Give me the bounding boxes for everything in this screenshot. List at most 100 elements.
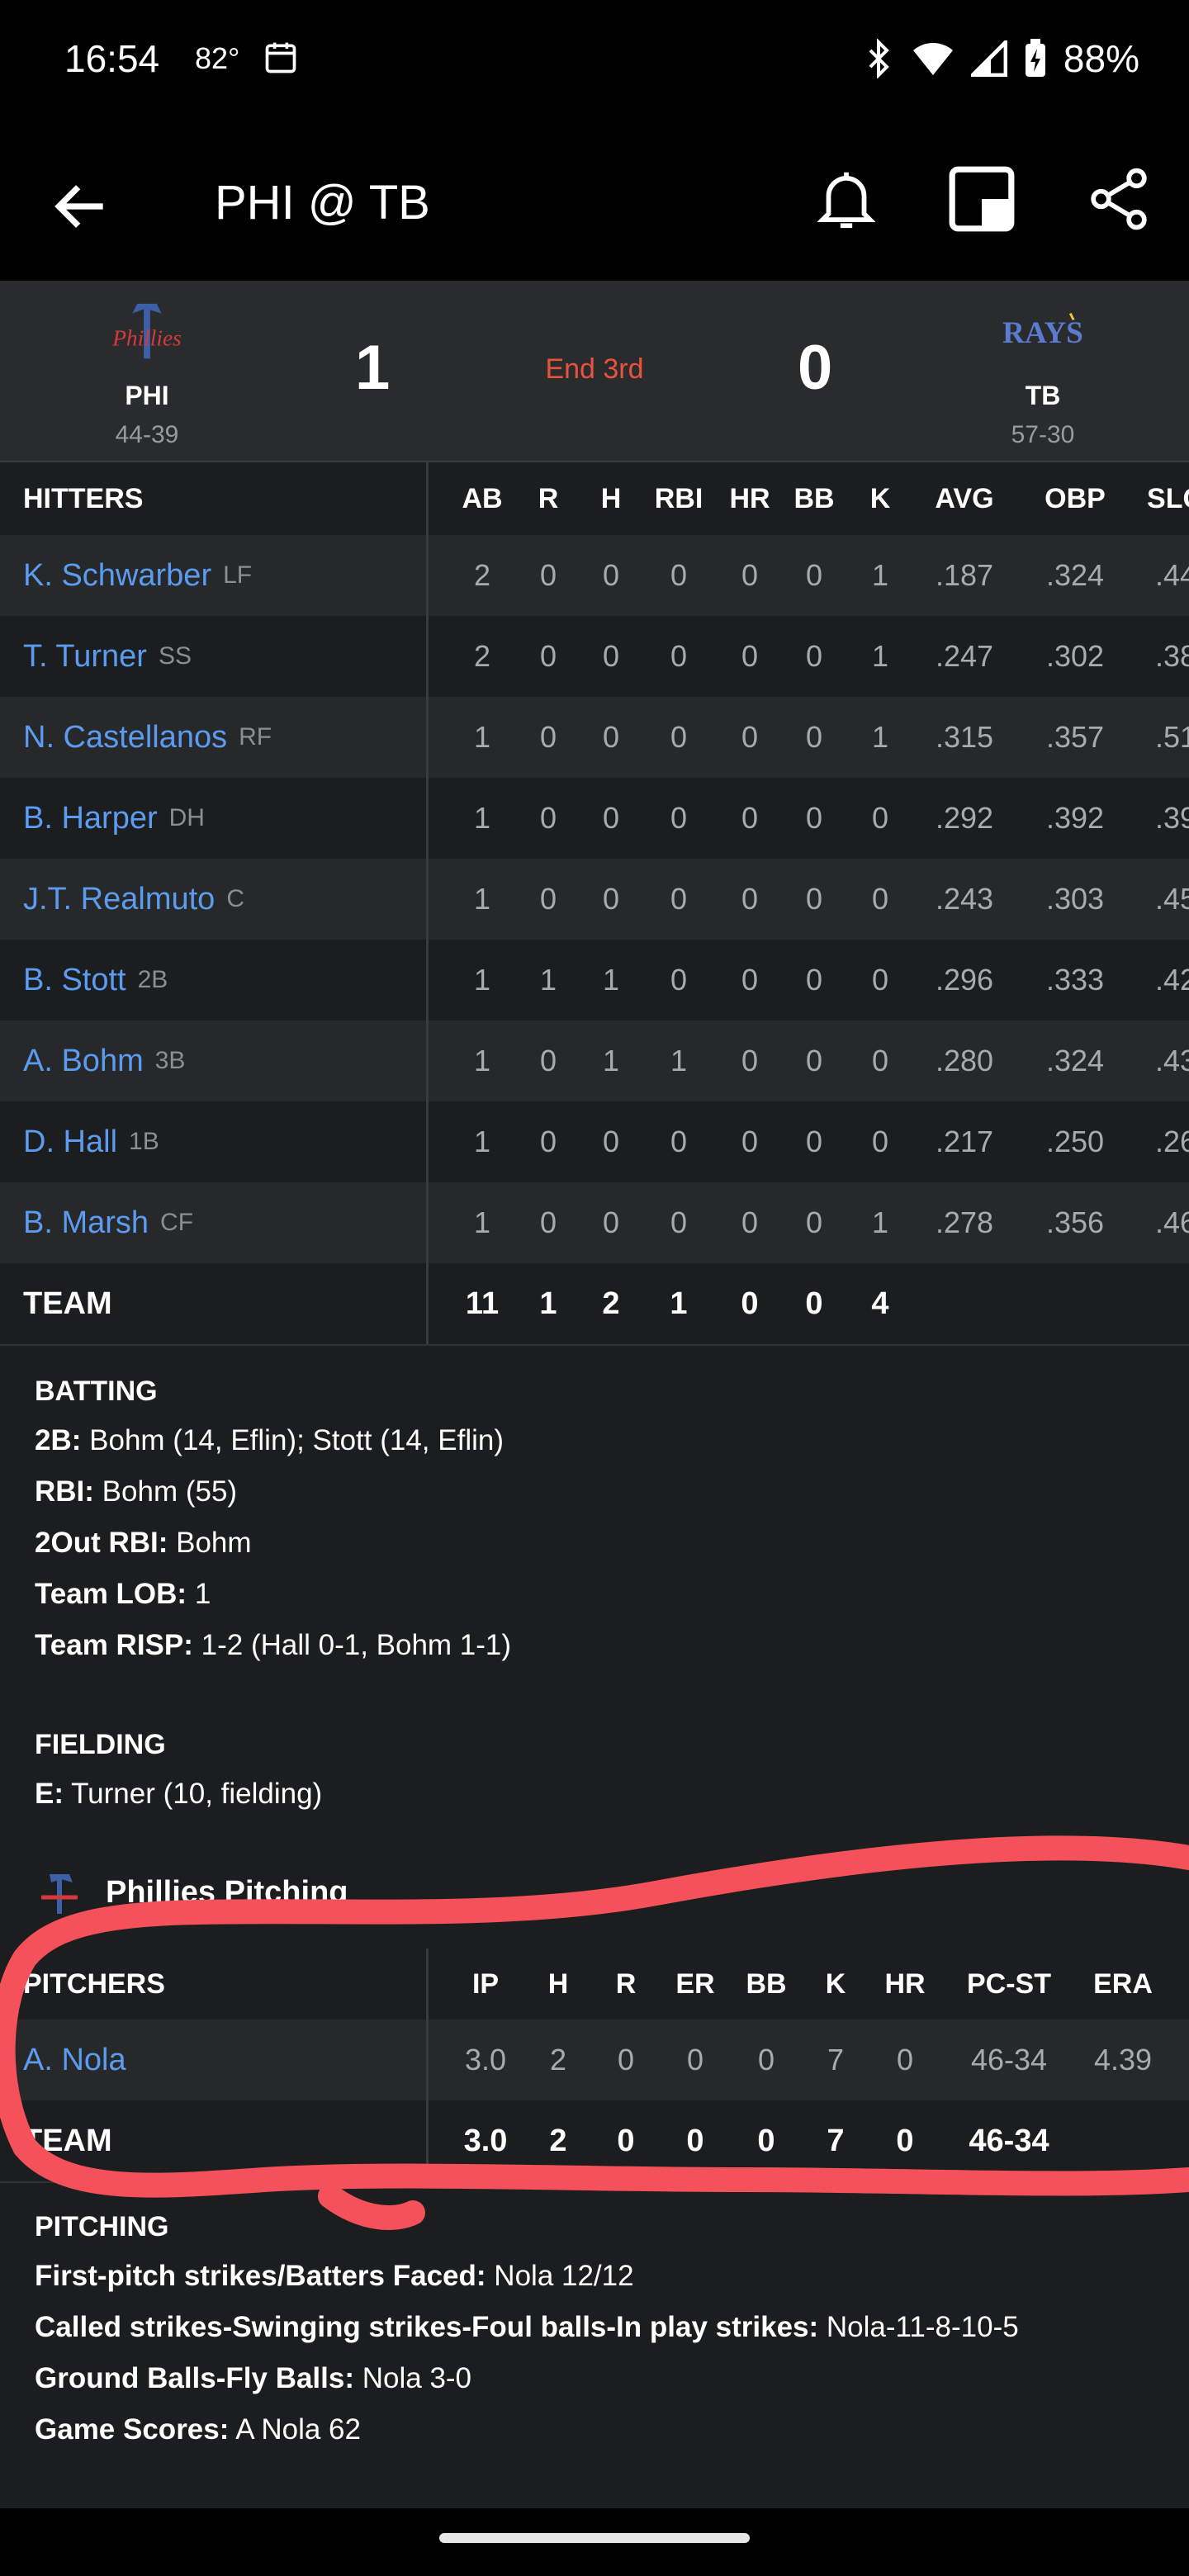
stat-cell: .280 xyxy=(935,1044,994,1077)
player-name-link[interactable]: D. Hall xyxy=(23,1125,117,1160)
stat-cell: 0 xyxy=(539,801,557,835)
stat-cell: 0 xyxy=(741,1044,759,1077)
pitchers-col-header[interactable]: R xyxy=(593,1949,659,2020)
player-name-link[interactable]: N. Castellanos xyxy=(23,720,227,755)
team-stat-cell: 11 xyxy=(465,1286,500,1321)
note-value: Bohm (55) xyxy=(102,1475,238,1508)
stat-cell: .243 xyxy=(935,882,994,916)
note-key: E: xyxy=(35,1778,64,1810)
stat-cell: 0 xyxy=(670,639,688,673)
pitchers-col-header[interactable]: BB xyxy=(733,1949,799,2020)
stat-cell: .46 xyxy=(1154,1205,1189,1239)
hitter-row[interactable]: D. Hall 1B 1 0 0 0 0 0 0 .217 .250 .26 xyxy=(0,1101,1189,1184)
hitter-row[interactable]: N. Castellanos RF 1 0 0 0 0 0 1 .315 .357 .51 xyxy=(0,697,1189,779)
scoreboard[interactable]: Phillies PHI 44-39 1 End 3rd 0 RAYS TB 5… xyxy=(0,281,1189,462)
hitters-col-header[interactable]: HR xyxy=(717,462,783,535)
stat-cell: 0 xyxy=(871,882,889,916)
pitchers-col-header[interactable]: IP xyxy=(452,1949,519,2020)
hitters-col-header[interactable]: K xyxy=(847,462,913,535)
away-team-record: 44-39 xyxy=(115,421,179,448)
stat-cell: 0 xyxy=(670,963,688,997)
pitchers-col-header[interactable]: H xyxy=(525,1949,591,2020)
stat-cell: 7 xyxy=(827,2043,845,2076)
note-value: 1-2 (Hall 0-1, Bohm 1-1) xyxy=(201,1629,512,1661)
hitters-col-header[interactable]: BB xyxy=(781,462,847,535)
home-team[interactable]: RAYS TB 57-30 xyxy=(960,291,1125,449)
box-score[interactable]: HITTERS ABRHRBIHRBBKAVGOBPSLG K. Schwarb… xyxy=(0,462,1189,2508)
wifi-icon xyxy=(912,43,953,75)
rays-logo: RAYS xyxy=(1002,312,1083,350)
pitcher-row[interactable]: A. Nola 3.0 2 0 0 0 7 0 46-34 4.39 xyxy=(0,2020,1189,2102)
stat-cell: .333 xyxy=(1045,963,1105,997)
stat-cell: 0 xyxy=(602,882,620,916)
stat-cell: 1 xyxy=(473,1205,491,1239)
note-value: Turner (10, fielding) xyxy=(71,1778,323,1810)
stat-cell: 0 xyxy=(539,1205,557,1239)
stat-cell: 0 xyxy=(805,558,823,592)
app-bar: PHI @ TB xyxy=(0,124,1189,281)
hitters-col-header[interactable]: OBP xyxy=(1042,462,1108,535)
player-position: C xyxy=(226,885,244,912)
hitter-row[interactable]: K. Schwarber LF 2 0 0 0 0 0 1 .187 .324 .44 xyxy=(0,535,1189,618)
away-team[interactable]: Phillies PHI 44-39 xyxy=(64,291,230,449)
stat-cell: .44 xyxy=(1154,558,1189,592)
pitchers-col-header[interactable]: PC-ST xyxy=(951,1949,1067,2020)
player-name-link[interactable]: A. Nola xyxy=(23,2043,126,2078)
share-icon[interactable] xyxy=(1083,163,1154,234)
stat-cell: 4.39 xyxy=(1093,2043,1153,2076)
bell-icon[interactable] xyxy=(811,163,882,234)
stat-cell: 0 xyxy=(617,2043,635,2076)
stat-cell: 0 xyxy=(602,720,620,754)
battery-icon xyxy=(1025,39,1045,77)
pitchers-col-header[interactable]: K xyxy=(803,1949,869,2020)
player-name-link[interactable]: A. Bohm xyxy=(23,1044,144,1079)
stat-cell: 0 xyxy=(805,720,823,754)
hitters-header: HITTERS xyxy=(23,482,144,514)
pitchers-team-row: TEAM 3.0 2 0 0 0 7 0 46-34 xyxy=(0,2100,1189,2183)
pitchers-col-header[interactable]: HR xyxy=(872,1949,938,2020)
hitter-row[interactable]: J.T. Realmuto C 1 0 0 0 0 0 0 .243 .303 .45 xyxy=(0,859,1189,941)
picture-in-picture-icon[interactable] xyxy=(946,163,1017,234)
stat-cell: 0 xyxy=(741,1125,759,1158)
hitter-row[interactable]: T. Turner SS 2 0 0 0 0 0 1 .247 .302 .38 xyxy=(0,616,1189,698)
status-bar: 16:54 82° 88% xyxy=(0,0,1189,124)
hitters-col-header[interactable]: RBI xyxy=(646,462,712,535)
stat-cell: 0 xyxy=(741,963,759,997)
team-stat-cell: 0 xyxy=(805,1286,823,1321)
hitters-col-header[interactable]: SLG xyxy=(1143,462,1189,535)
hitter-row[interactable]: B. Harper DH 1 0 0 0 0 0 0 .292 .392 .39 xyxy=(0,778,1189,860)
hitters-col-header[interactable]: H xyxy=(578,462,644,535)
player-name-link[interactable]: B. Marsh xyxy=(23,1205,149,1241)
note-value: 1 xyxy=(194,1578,211,1610)
hitter-row[interactable]: B. Stott 2B 1 1 1 0 0 0 0 .296 .333 .42 xyxy=(0,940,1189,1022)
stat-cell: 0 xyxy=(896,2123,914,2158)
hitters-col-header[interactable]: AB xyxy=(449,462,515,535)
player-name-link[interactable]: B. Harper xyxy=(23,801,158,836)
player-name-link[interactable]: J.T. Realmuto xyxy=(23,882,215,917)
pitchers-col-header[interactable]: ERA xyxy=(1078,1949,1168,2020)
player-position: DH xyxy=(168,804,205,831)
stat-cell: 0 xyxy=(741,1205,759,1239)
stat-cell: 1 xyxy=(871,1205,889,1239)
player-name-link[interactable]: K. Schwarber xyxy=(23,558,211,594)
pitchers-col-header[interactable]: ER xyxy=(662,1949,728,2020)
home-indicator[interactable] xyxy=(439,2533,750,2543)
stat-cell: 2 xyxy=(549,2123,567,2158)
pitchers-header-row: PITCHERS IP H R ER BB K HR PC-ST ERA xyxy=(0,1949,1189,2021)
hitter-row[interactable]: B. Marsh CF 1 0 0 0 0 0 1 .278 .356 .46 xyxy=(0,1182,1189,1265)
stat-cell: .250 xyxy=(1045,1125,1105,1158)
stat-cell: 0 xyxy=(686,2123,704,2158)
hitters-col-header[interactable]: AVG xyxy=(931,462,997,535)
hitters-col-header[interactable]: R xyxy=(515,462,581,535)
svg-text:Phillies: Phillies xyxy=(111,326,182,351)
stat-cell: 0 xyxy=(805,1205,823,1239)
stat-cell: 0 xyxy=(670,801,688,835)
stat-cell: 1 xyxy=(473,801,491,835)
back-arrow-icon[interactable] xyxy=(48,173,114,239)
player-position: 3B xyxy=(154,1047,186,1074)
player-name-link[interactable]: B. Stott xyxy=(23,963,126,998)
player-name-link[interactable]: T. Turner xyxy=(23,639,147,675)
player-position: CF xyxy=(160,1209,194,1236)
note-line: Team LOB: 1 xyxy=(35,1578,511,1611)
hitter-row[interactable]: A. Bohm 3B 1 0 1 1 0 0 0 .280 .324 .43 xyxy=(0,1020,1189,1103)
